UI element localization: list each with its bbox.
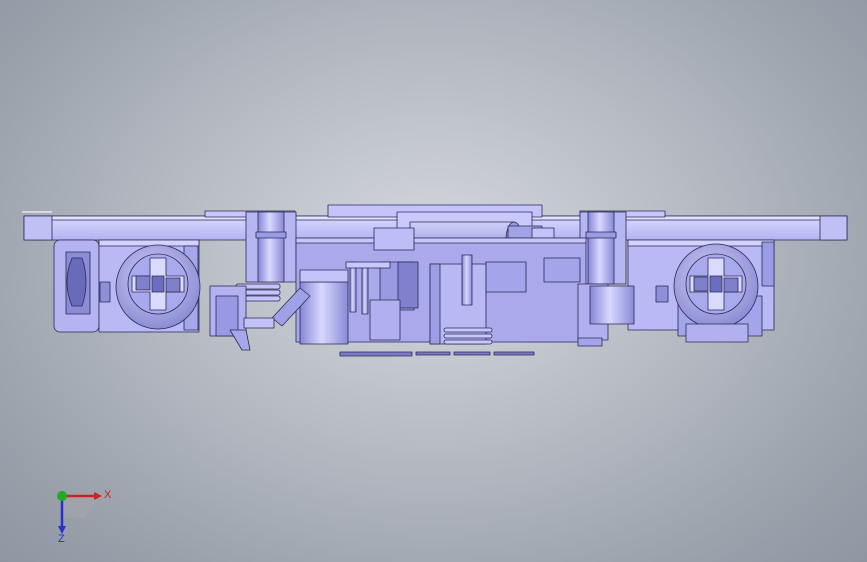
x-axis-label: X — [104, 489, 112, 501]
coordinate-triad: X Z Y — [54, 489, 112, 545]
bogie-model[interactable] — [0, 0, 867, 562]
3d-viewport[interactable]: X Z Y — [0, 0, 867, 562]
y-axis-icon — [57, 491, 67, 501]
z-axis-label: Z — [58, 533, 65, 545]
left-wheel[interactable] — [115, 244, 201, 330]
base-rail — [339, 351, 535, 357]
right-wheel[interactable] — [673, 243, 759, 343]
y-axis-label: Y — [54, 499, 55, 501]
